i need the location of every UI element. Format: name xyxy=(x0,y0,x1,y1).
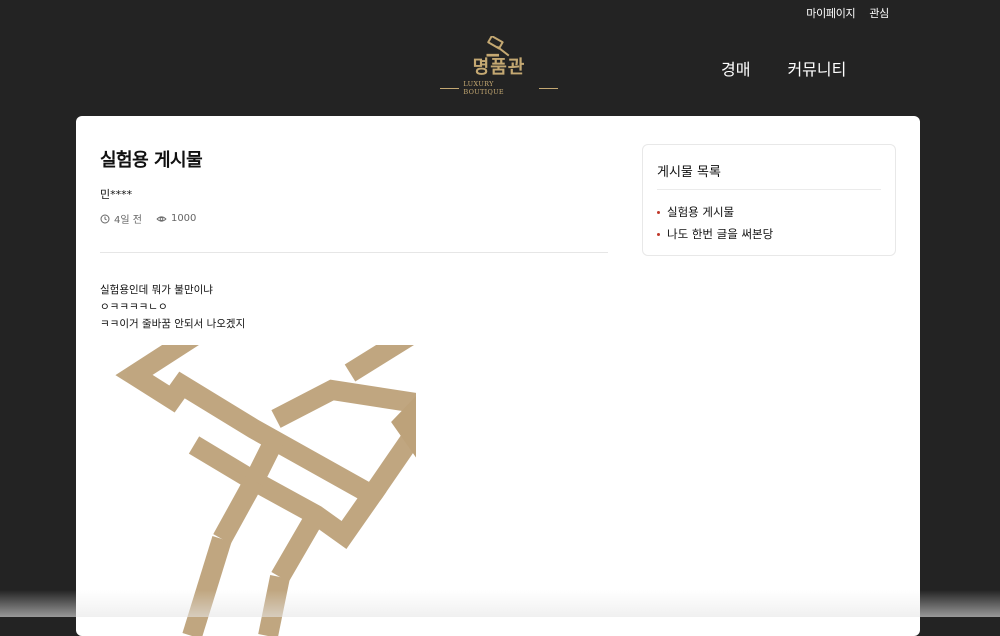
post-meta: 4일 전 1000 xyxy=(100,211,608,226)
post-list-panel: 게시물 목록 실험용 게시물 나도 한번 글을 써본당 xyxy=(642,144,896,256)
post-author: 민**** xyxy=(100,188,133,201)
post-list-title: 게시물 목록 xyxy=(657,145,881,190)
eye-icon xyxy=(156,215,167,222)
top-links: 마이페이지 관심 xyxy=(806,5,889,21)
gavel-icon xyxy=(115,345,416,636)
bullet-icon xyxy=(657,232,660,236)
post-line: 실험용인데 뭐가 불만이냐 xyxy=(100,284,213,296)
main-nav: 경매 커뮤니티 xyxy=(721,56,846,80)
nav-community[interactable]: 커뮤니티 xyxy=(787,56,846,80)
site-logo[interactable]: 명품관 LUXURY BOUTIQUE xyxy=(440,36,558,96)
post-detail: 실험용 게시물 민**** 4일 전 1000 실험용인데 뭐가 불만이냐 ㅇㅋ… xyxy=(100,146,608,333)
list-item[interactable]: 나도 한번 글을 써본당 xyxy=(657,223,881,245)
post-line: ㅋㅋ이거 줄바꿈 안되서 나오겠지 xyxy=(100,318,246,330)
post-body: 실험용인데 뭐가 불만이냐 ㅇㅋㅋㅋㅋㄴㅇ ㅋㅋ이거 줄바꿈 안되서 나오겠지 xyxy=(100,282,608,333)
post-divider xyxy=(100,252,608,253)
post-time: 4일 전 xyxy=(114,215,142,226)
mypage-link[interactable]: 마이페이지 xyxy=(806,5,855,21)
post-list: 실험용 게시물 나도 한번 글을 써본당 xyxy=(657,201,881,245)
list-item[interactable]: 실험용 게시물 xyxy=(657,201,881,223)
top-bar: 마이페이지 관심 xyxy=(0,0,1000,24)
list-item-label: 실험용 게시물 xyxy=(667,205,735,219)
logo-subtitle: LUXURY BOUTIQUE xyxy=(440,80,558,96)
logo-text: 명품관 xyxy=(472,57,526,78)
favorites-link[interactable]: 관심 xyxy=(869,5,889,21)
post-line: ㅇㅋㅋㅋㅋㄴㅇ xyxy=(100,301,168,313)
list-item-label: 나도 한번 글을 써본당 xyxy=(667,227,774,241)
clock-icon xyxy=(100,214,110,223)
post-views: 1000 xyxy=(170,213,197,224)
post-image xyxy=(104,345,416,636)
nav-auction[interactable]: 경매 xyxy=(721,56,750,80)
post-title: 실험용 게시물 xyxy=(100,150,203,171)
bullet-icon xyxy=(657,210,660,214)
content-card: 실험용 게시물 민**** 4일 전 1000 실험용인데 뭐가 불만이냐 ㅇㅋ… xyxy=(76,116,920,636)
